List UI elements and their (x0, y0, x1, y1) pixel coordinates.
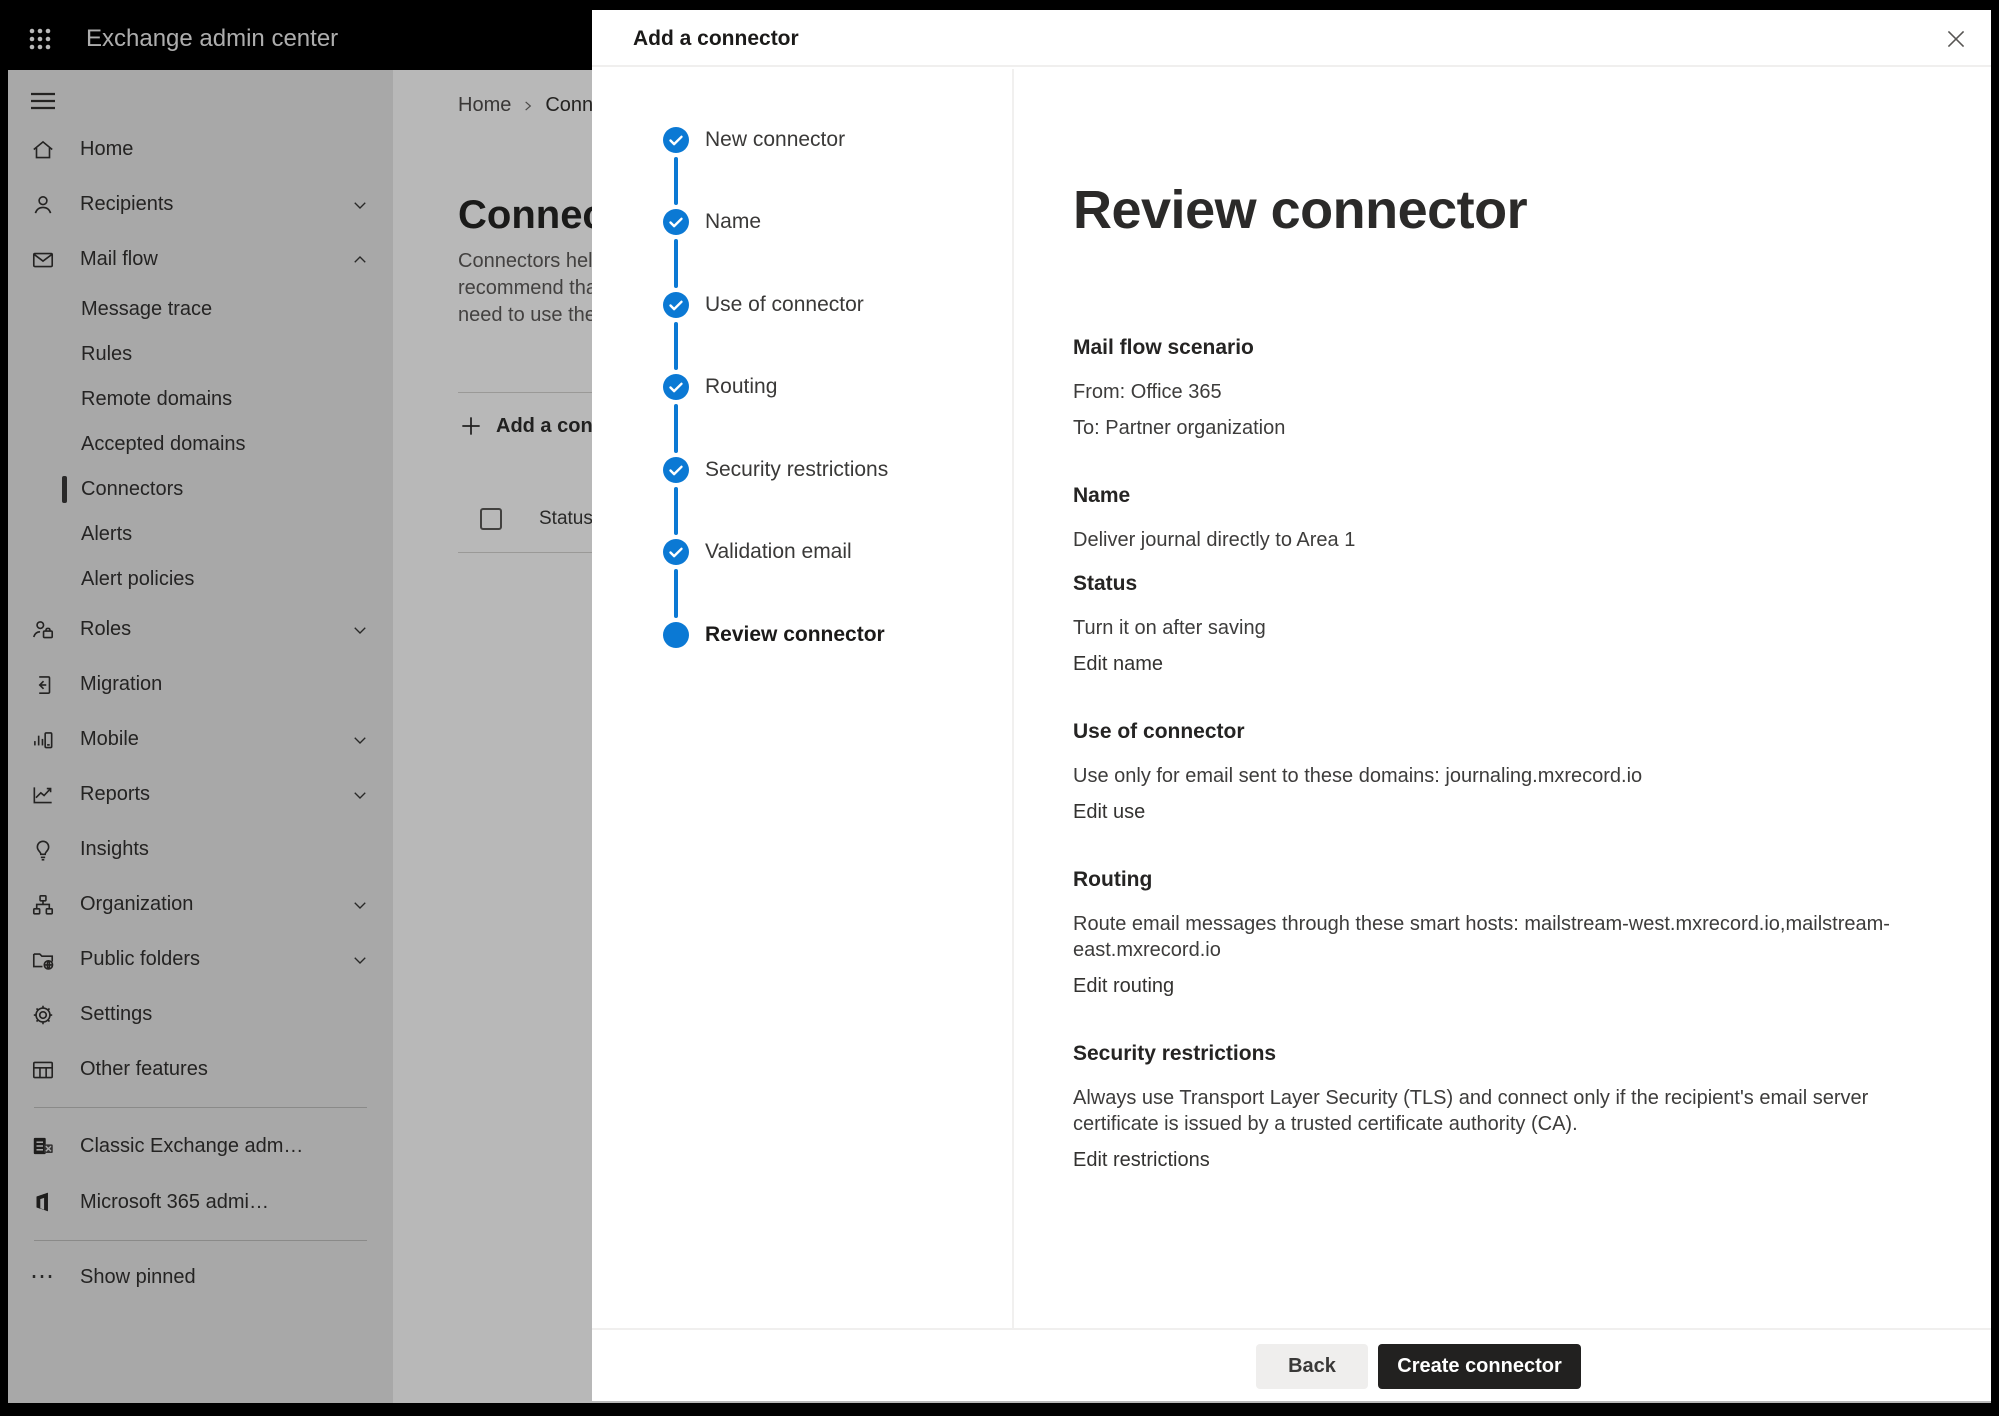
step-connector-line (674, 569, 678, 618)
step-connector-line (674, 239, 678, 288)
review-heading: Review connector (1073, 178, 1943, 242)
section-heading-use-of-connector: Use of connector (1073, 719, 1943, 745)
review-connector-panel: Review connector Mail flow scenario From… (1073, 178, 1943, 1173)
step-label: Use of connector (705, 293, 864, 317)
wizard-step-new-connector: New connector (663, 127, 845, 153)
step-completed-check-icon (663, 292, 689, 318)
create-connector-button[interactable]: Create connector (1378, 1344, 1581, 1389)
step-completed-check-icon (663, 209, 689, 235)
routing-value: Route email messages through these smart… (1073, 911, 1943, 963)
exchange-admin-center-app: Exchange admin center Home Recipien (8, 8, 1991, 1403)
wizard-step-name: Name (663, 209, 761, 235)
edit-restrictions-link[interactable]: Edit restrictions (1073, 1147, 1210, 1173)
close-icon[interactable] (1943, 26, 1969, 52)
dialog-footer: Back Create connector (592, 1328, 1991, 1401)
section-heading-routing: Routing (1073, 867, 1943, 893)
wizard-step-validation-email: Validation email (663, 539, 852, 565)
step-label: Routing (705, 375, 777, 399)
screenshot-frame: Exchange admin center Home Recipien (0, 0, 1999, 1416)
section-heading-status: Status (1073, 571, 1943, 597)
section-heading-mail-flow-scenario: Mail flow scenario (1073, 335, 1943, 361)
step-connector-line (674, 487, 678, 535)
wizard-step-routing: Routing (663, 374, 777, 400)
wizard-step-security-restrictions: Security restrictions (663, 457, 888, 483)
dialog-header: Add a connector (592, 10, 1991, 67)
step-label: New connector (705, 128, 845, 152)
mail-flow-to: To: Partner organization (1073, 415, 1943, 441)
connector-name-value: Deliver journal directly to Area 1 (1073, 527, 1943, 553)
security-restrictions-value: Always use Transport Layer Security (TLS… (1073, 1085, 1943, 1137)
dialog-title: Add a connector (633, 10, 799, 67)
wizard-step-use-of-connector: Use of connector (663, 292, 864, 318)
mail-flow-from: From: Office 365 (1073, 379, 1943, 405)
edit-name-link[interactable]: Edit name (1073, 651, 1163, 677)
step-label: Security restrictions (705, 458, 888, 482)
step-completed-check-icon (663, 539, 689, 565)
edit-routing-link[interactable]: Edit routing (1073, 973, 1174, 999)
step-connector-line (674, 322, 678, 370)
wizard-step-review-connector: Review connector (663, 622, 885, 648)
step-label: Name (705, 210, 761, 234)
add-connector-dialog: Add a connector New connector Name (592, 10, 1991, 1401)
status-value: Turn it on after saving (1073, 615, 1943, 641)
edit-use-link[interactable]: Edit use (1073, 799, 1145, 825)
step-completed-check-icon (663, 457, 689, 483)
step-connector-line (674, 157, 678, 205)
section-heading-name: Name (1073, 483, 1943, 509)
step-label: Validation email (705, 540, 852, 564)
back-button[interactable]: Back (1256, 1344, 1368, 1389)
step-completed-check-icon (663, 127, 689, 153)
step-current-dot-icon (663, 622, 689, 648)
step-completed-check-icon (663, 374, 689, 400)
stepper-content-divider (1012, 69, 1014, 1328)
step-connector-line (674, 404, 678, 453)
section-heading-security-restrictions: Security restrictions (1073, 1041, 1943, 1067)
step-label: Review connector (705, 623, 885, 647)
use-of-connector-value: Use only for email sent to these domains… (1073, 763, 1943, 789)
